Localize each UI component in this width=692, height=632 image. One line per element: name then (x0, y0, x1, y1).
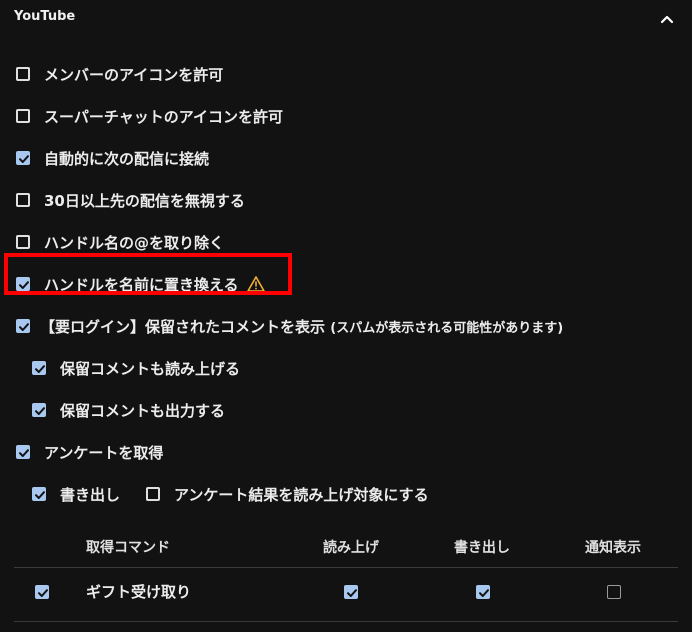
checkbox[interactable] (16, 235, 30, 249)
checkbox[interactable] (32, 403, 46, 417)
check-icon (38, 589, 48, 597)
chevron-up-icon (660, 15, 674, 24)
col-header-read: 読み上げ (323, 540, 379, 556)
option-superchat-icon[interactable]: スーパーチャットのアイコンを許可 (16, 105, 283, 127)
check-icon (19, 449, 29, 457)
checkbox[interactable] (16, 151, 30, 165)
check-icon (35, 491, 45, 499)
check-icon (35, 407, 45, 415)
check-icon (35, 365, 45, 373)
checkbox[interactable] (16, 319, 30, 333)
checkbox[interactable] (32, 361, 46, 375)
option-label: 30日以上先の配信を無視する (44, 191, 245, 210)
checkbox[interactable] (16, 277, 30, 291)
option-label: ハンドルを名前に置き換える (44, 275, 239, 294)
option-label: メンバーのアイコンを許可 (44, 65, 224, 84)
option-label: ハンドル名の@を取り除く (44, 233, 225, 252)
table-divider (14, 621, 678, 622)
row-notify-checkbox[interactable] (607, 585, 621, 599)
option-note: (スパムが表示される可能性があります) (330, 320, 564, 336)
col-header-command: 取得コマンド (86, 540, 170, 556)
youtube-settings-panel: YouTube メンバーのアイコンを許可 スーパーチャットのアイコンを許可 自動… (0, 0, 692, 632)
checkbox[interactable] (16, 445, 30, 459)
row-enabled-checkbox[interactable] (35, 585, 49, 599)
option-label-main: 【要ログイン】保留されたコメントを表示 (40, 317, 326, 336)
option-label: アンケートを取得 (44, 443, 164, 462)
checkbox[interactable] (16, 109, 30, 123)
option-remove-at[interactable]: ハンドル名の@を取り除く (16, 231, 224, 253)
collapse-button[interactable] (658, 11, 676, 29)
checkbox[interactable] (16, 193, 30, 207)
warning-triangle-icon (246, 276, 265, 292)
option-read-held[interactable]: 保留コメントも読み上げる (32, 357, 240, 379)
option-label: スーパーチャットのアイコンを許可 (44, 107, 283, 126)
option-auto-connect[interactable]: 自動的に次の配信に接続 (16, 147, 209, 169)
option-label: 【要ログイン】保留されたコメントを表示 (スパムが表示される可能性があります) (40, 316, 563, 337)
col-header-notify: 通知表示 (585, 540, 641, 556)
survey-read-result-checkbox[interactable] (146, 487, 161, 501)
col-header-write: 書き出し (454, 540, 510, 556)
option-replace-handle[interactable]: ハンドルを名前に置き換える (16, 273, 265, 295)
survey-sub-options: 書き出し アンケート結果を読み上げ対象にする (32, 483, 429, 505)
option-label: 保留コメントも出力する (60, 401, 226, 420)
check-icon (479, 589, 489, 597)
option-show-held-comments[interactable]: 【要ログイン】保留されたコメントを表示 (スパムが表示される可能性があります) (16, 315, 563, 337)
row-read-checkbox[interactable] (344, 585, 358, 599)
survey-read-result-label: アンケート結果を読み上げ対象にする (174, 485, 429, 504)
section-title: YouTube (14, 9, 76, 24)
survey-write-checkbox[interactable] (32, 487, 46, 501)
check-icon (347, 589, 357, 597)
option-get-survey[interactable]: アンケートを取得 (16, 441, 163, 463)
check-icon (19, 281, 29, 289)
option-member-icon[interactable]: メンバーのアイコンを許可 (16, 63, 223, 85)
option-label: 自動的に次の配信に接続 (44, 149, 210, 168)
row-write-checkbox[interactable] (476, 585, 490, 599)
table-divider (14, 567, 678, 568)
check-icon (19, 155, 29, 163)
row-command-name: ギフト受け取り (86, 583, 192, 601)
option-ignore-30-days[interactable]: 30日以上先の配信を無視する (16, 189, 245, 211)
survey-write-label: 書き出し (60, 485, 121, 504)
checkbox[interactable] (16, 67, 30, 81)
option-label: 保留コメントも読み上げる (60, 359, 241, 378)
check-icon (19, 323, 29, 331)
option-output-held[interactable]: 保留コメントも出力する (32, 399, 225, 421)
